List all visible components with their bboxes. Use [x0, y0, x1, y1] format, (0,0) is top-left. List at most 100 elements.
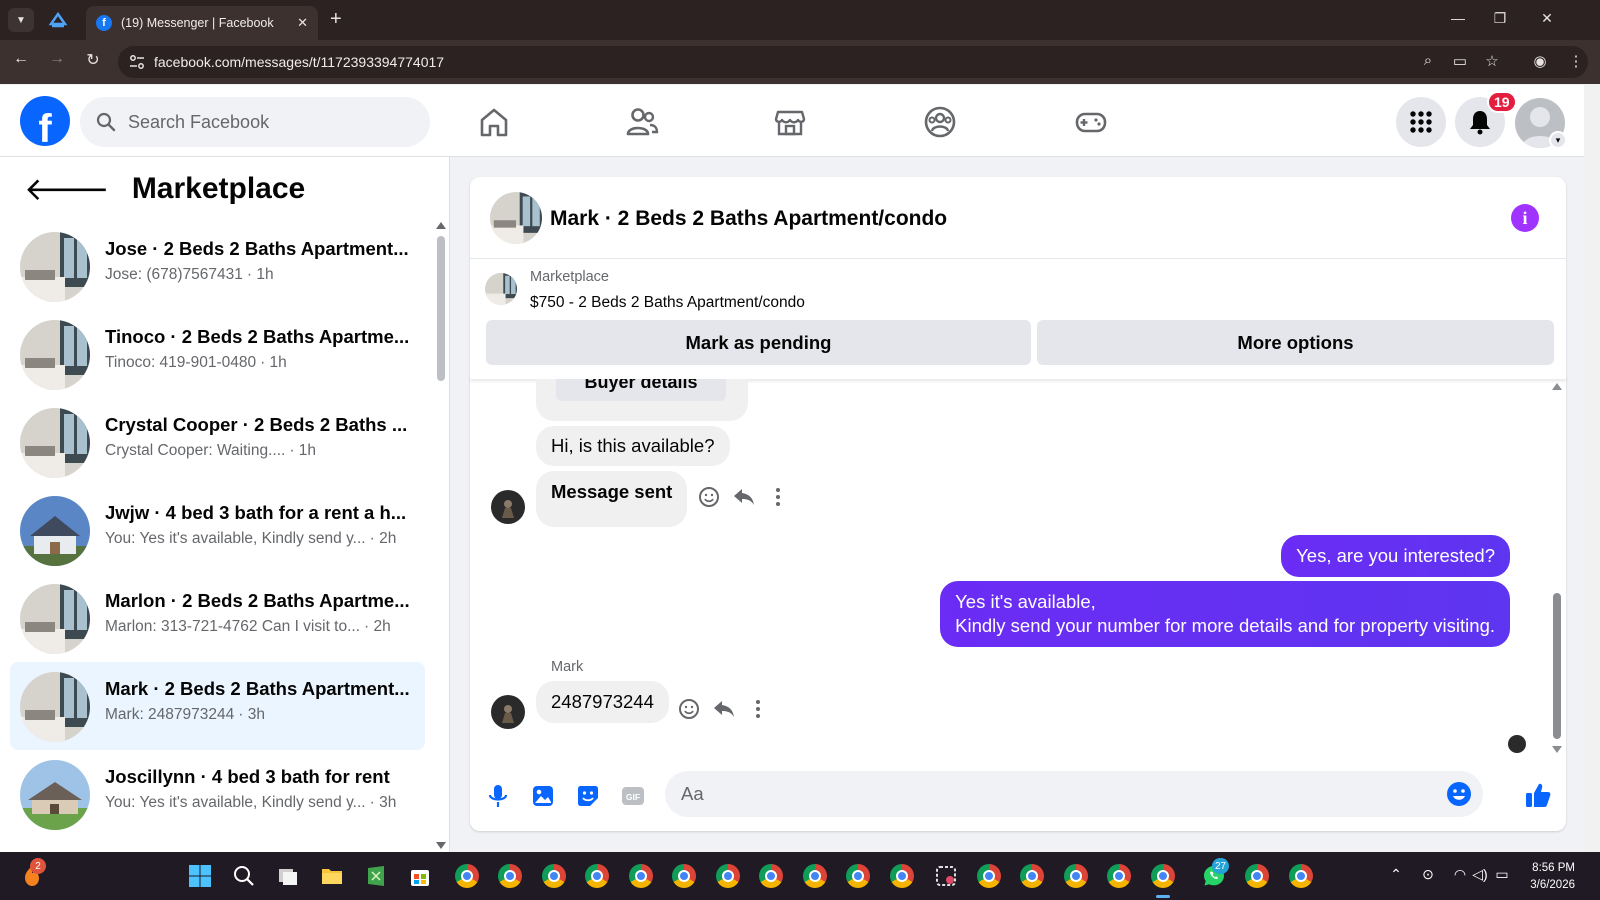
search-icon[interactable] — [232, 864, 256, 888]
volume-icon[interactable]: ◁) — [1470, 866, 1490, 883]
thumbs-up-icon[interactable] — [1524, 781, 1552, 809]
chrome-taskbar-icon[interactable] — [672, 864, 696, 888]
scroll-up-icon[interactable] — [436, 222, 446, 229]
windows-start-icon[interactable] — [188, 864, 212, 888]
wifi-icon[interactable]: ◠ — [1450, 866, 1470, 883]
mark-as-pending-button[interactable]: Mark as pending — [486, 320, 1031, 365]
microphone-icon[interactable] — [485, 783, 511, 809]
reply-icon[interactable] — [732, 485, 756, 509]
clock-date[interactable]: 3/6/2026 — [1515, 879, 1575, 891]
excel-like-icon[interactable] — [364, 864, 388, 888]
sender-avatar[interactable] — [491, 490, 525, 524]
tray-overflow-icon[interactable]: ⌃ — [1386, 866, 1406, 883]
back-arrow-icon[interactable]: 🡐 — [24, 173, 110, 205]
tray-app-icon[interactable]: ⊙ — [1418, 866, 1438, 883]
facebook-logo-icon[interactable]: f — [20, 96, 70, 146]
forward-icon[interactable]: → — [46, 50, 68, 68]
conversation-item[interactable]: Marlon · 2 Beds 2 Baths Apartme... Marlon… — [10, 574, 425, 662]
scroll-down-icon[interactable] — [436, 842, 446, 849]
emoji-react-icon[interactable] — [677, 697, 701, 721]
tab-search-button[interactable]: ▼ — [8, 8, 34, 32]
chat-scroll-up-icon[interactable] — [1552, 383, 1562, 390]
bookmark-star-icon[interactable]: ☆ — [1482, 52, 1502, 70]
zoom-icon[interactable]: ⌕ — [1418, 52, 1438, 69]
home-icon[interactable] — [476, 104, 512, 140]
chrome-taskbar-icon[interactable] — [542, 864, 566, 888]
reply-icon[interactable] — [712, 697, 736, 721]
more-actions-icon[interactable] — [766, 485, 790, 509]
more-actions-icon[interactable] — [746, 697, 770, 721]
chrome-taskbar-icon[interactable] — [498, 864, 522, 888]
chrome-taskbar-icon[interactable] — [977, 864, 1001, 888]
groups-icon[interactable] — [922, 104, 958, 140]
chrome-taskbar-icon[interactable] — [1245, 864, 1269, 888]
chrome-taskbar-icon[interactable] — [803, 864, 827, 888]
snipping-tool-icon[interactable] — [934, 864, 958, 888]
page-scrollbar[interactable] — [1584, 85, 1600, 852]
chat-scrollbar-thumb[interactable] — [1553, 593, 1561, 739]
chrome-taskbar-icon[interactable] — [846, 864, 870, 888]
profile-icon[interactable]: ◉ — [1530, 52, 1550, 70]
chrome-taskbar-icon[interactable] — [585, 864, 609, 888]
sidebar-scrollbar-thumb[interactable] — [437, 236, 445, 381]
search-input[interactable] — [128, 111, 398, 133]
restore-icon[interactable]: ❐ — [1490, 10, 1510, 27]
listing-name[interactable]: $750 - 2 Beds 2 Baths Apartment/condo — [530, 294, 805, 312]
message-composer[interactable] — [665, 771, 1483, 817]
gif-icon[interactable]: GIF — [620, 783, 646, 809]
facebook-search[interactable] — [80, 97, 430, 147]
chat-title[interactable]: Mark · 2 Beds 2 Baths Apartment/condo — [550, 207, 947, 231]
browser-menu-icon[interactable]: ⋮ — [1566, 52, 1586, 70]
reload-icon[interactable]: ↻ — [82, 50, 104, 70]
buyer-details-button[interactable]: Buyer details — [556, 379, 726, 401]
chat-header-avatar[interactable] — [490, 192, 542, 244]
pinned-tab-icon[interactable] — [48, 10, 68, 30]
back-icon[interactable]: ← — [10, 50, 32, 68]
chrome-taskbar-icon[interactable] — [890, 864, 914, 888]
chrome-taskbar-icon[interactable] — [455, 864, 479, 888]
store-icon[interactable] — [408, 864, 432, 888]
gaming-icon[interactable] — [1073, 104, 1109, 140]
photo-icon[interactable] — [530, 783, 556, 809]
battery-icon[interactable]: ▭ — [1492, 866, 1512, 883]
tab-close-icon[interactable]: ✕ — [297, 15, 308, 31]
emoji-picker-icon[interactable] — [1446, 781, 1472, 807]
chrome-taskbar-icon[interactable] — [716, 864, 740, 888]
more-options-button[interactable]: More options — [1037, 320, 1554, 365]
sticker-icon[interactable] — [575, 783, 601, 809]
clock-time[interactable]: 8:56 PM — [1515, 862, 1575, 874]
conversation-item[interactable]: Crystal Cooper · 2 Beds 2 Baths ... Cryst… — [10, 398, 425, 486]
conversation-item[interactable]: Tinoco · 2 Beds 2 Baths Apartme... Tinoco… — [10, 310, 425, 398]
cast-icon[interactable]: ▭ — [1450, 52, 1470, 70]
chrome-taskbar-icon[interactable] — [1107, 864, 1131, 888]
friends-icon[interactable] — [624, 104, 660, 140]
site-info-icon[interactable] — [128, 53, 146, 71]
file-explorer-icon[interactable] — [320, 864, 344, 888]
url-text[interactable]: facebook.com/messages/t/1172393394774017 — [154, 54, 444, 70]
menu-grid-button[interactable] — [1396, 97, 1446, 147]
listing-thumbnail[interactable] — [485, 273, 517, 305]
task-view-icon[interactable] — [276, 864, 300, 888]
close-window-icon[interactable]: ✕ — [1537, 10, 1557, 27]
conversation-item[interactable]: Mark · 2 Beds 2 Baths Apartment... Mark: … — [10, 662, 425, 750]
info-icon[interactable]: i — [1511, 204, 1539, 232]
active-app-indicator — [1156, 895, 1170, 898]
new-tab-button[interactable]: + — [330, 9, 342, 29]
conversation-item[interactable]: Jose · 2 Beds 2 Baths Apartment... Jose: … — [10, 222, 425, 310]
chrome-taskbar-icon[interactable] — [1064, 864, 1088, 888]
conversation-item[interactable]: Jwjw · 4 bed 3 bath for a rent a h... You… — [10, 486, 425, 574]
chrome-taskbar-icon[interactable] — [629, 864, 653, 888]
chrome-taskbar-icon[interactable] — [1289, 864, 1313, 888]
emoji-react-icon[interactable] — [697, 485, 721, 509]
chrome-taskbar-icon[interactable] — [1020, 864, 1044, 888]
message-input[interactable] — [681, 781, 1421, 807]
chrome-taskbar-icon-active[interactable] — [1151, 864, 1175, 888]
conversation-item[interactable]: Joscillynn · 4 bed 3 bath for rent You: Y… — [10, 750, 425, 838]
chrome-taskbar-icon[interactable] — [759, 864, 783, 888]
chat-scroll-down-icon[interactable] — [1552, 746, 1562, 753]
marketplace-icon[interactable] — [772, 104, 808, 140]
browser-tab[interactable]: f (19) Messenger | Facebook ✕ — [86, 6, 318, 40]
minimize-icon[interactable]: — — [1448, 10, 1468, 26]
chevron-down-icon[interactable]: ▾ — [1549, 131, 1567, 149]
sender-avatar[interactable] — [491, 695, 525, 729]
